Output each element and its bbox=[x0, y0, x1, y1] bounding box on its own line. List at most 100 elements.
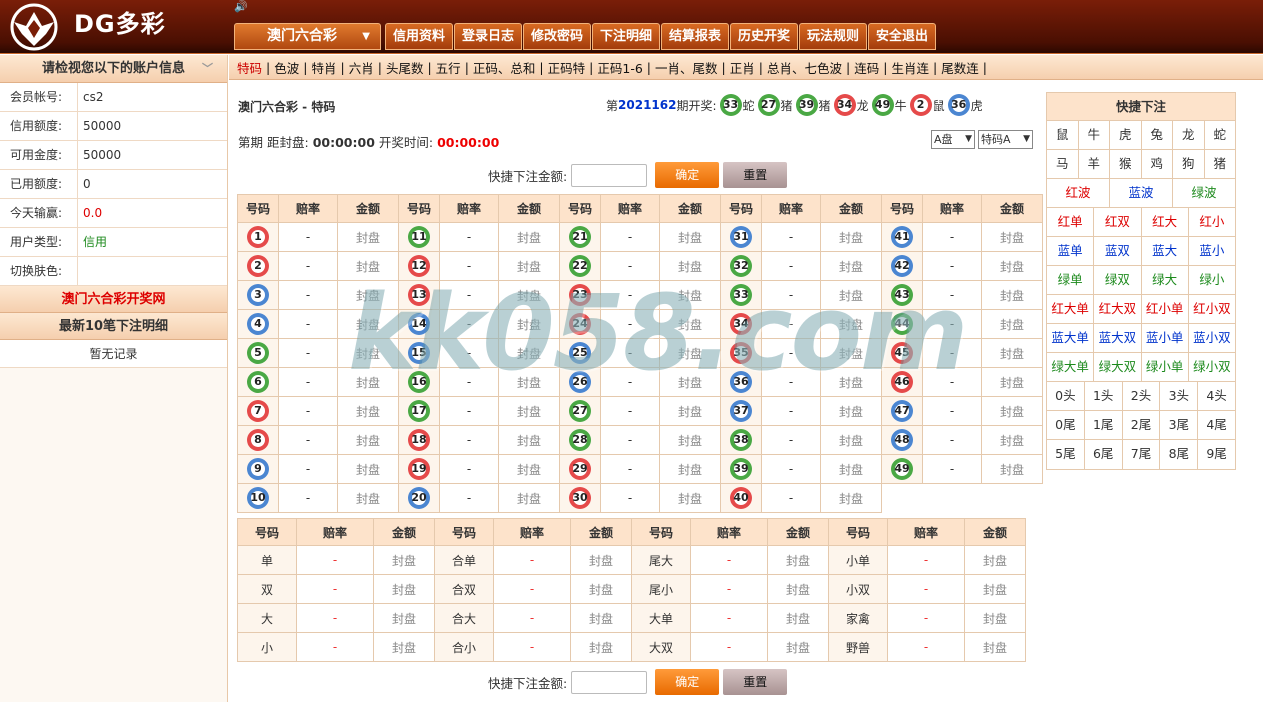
quick-bet-option[interactable]: 蓝小单 bbox=[1142, 324, 1189, 352]
quick-bet-option[interactable]: 7尾 bbox=[1123, 440, 1161, 469]
quick-bet-option[interactable]: 鸡 bbox=[1142, 150, 1173, 178]
quick-bet-option[interactable]: 9尾 bbox=[1198, 440, 1235, 469]
amount-cell[interactable]: 封盘 bbox=[820, 280, 882, 310]
amount-cell[interactable]: 封盘 bbox=[337, 425, 399, 455]
speaker-icon[interactable]: 🔊 bbox=[234, 0, 248, 13]
amount-cell[interactable]: 封盘 bbox=[767, 632, 829, 662]
nav-item[interactable]: 历史开奖 bbox=[730, 23, 798, 50]
quick-bet-option[interactable]: 蓝大双 bbox=[1094, 324, 1142, 352]
subnav-item[interactable]: 正肖 bbox=[730, 58, 755, 77]
quick-bet-option[interactable]: 2尾 bbox=[1123, 411, 1161, 439]
quick-bet-option[interactable]: 1尾 bbox=[1085, 411, 1123, 439]
quick-bet-option[interactable]: 蓝波 bbox=[1110, 179, 1173, 207]
amount-cell[interactable]: 封盘 bbox=[820, 338, 882, 368]
quick-bet-input[interactable] bbox=[571, 670, 648, 694]
subnav-item[interactable]: 特码 bbox=[237, 58, 262, 77]
quick-bet-option[interactable]: 红大 bbox=[1142, 208, 1189, 236]
amount-cell[interactable]: 封盘 bbox=[337, 367, 399, 397]
nav-item[interactable]: 下注明细 bbox=[592, 23, 660, 50]
pan-select[interactable]: A盘 ▼ bbox=[931, 130, 975, 149]
quick-bet-option[interactable]: 红小单 bbox=[1142, 295, 1189, 323]
quick-bet-option[interactable]: 蓝小双 bbox=[1189, 324, 1235, 352]
amount-cell[interactable]: 封盘 bbox=[498, 367, 560, 397]
account-info-header[interactable]: 请检视您以下的账户信息 ﹀ bbox=[0, 55, 227, 83]
amount-cell[interactable]: 封盘 bbox=[659, 280, 721, 310]
quick-bet-option[interactable]: 羊 bbox=[1079, 150, 1110, 178]
amount-cell[interactable]: 封盘 bbox=[964, 545, 1026, 575]
amount-cell[interactable]: 封盘 bbox=[498, 338, 560, 368]
quick-bet-option[interactable]: 蓝小 bbox=[1189, 237, 1235, 265]
amount-cell[interactable]: 封盘 bbox=[659, 396, 721, 426]
quick-bet-option[interactable]: 6尾 bbox=[1085, 440, 1123, 469]
nav-item[interactable]: 玩法规则 bbox=[799, 23, 867, 50]
subnav-item[interactable]: 正码、总和 bbox=[473, 58, 536, 77]
quick-bet-option[interactable]: 绿大单 bbox=[1047, 353, 1095, 381]
amount-cell[interactable]: 封盘 bbox=[498, 309, 560, 339]
quick-bet-option[interactable]: 马 bbox=[1047, 150, 1079, 178]
quick-bet-option[interactable]: 猴 bbox=[1110, 150, 1142, 178]
subnav-item[interactable]: 尾数连 bbox=[941, 58, 979, 77]
amount-cell[interactable]: 封盘 bbox=[337, 396, 399, 426]
quick-bet-option[interactable]: 5尾 bbox=[1047, 440, 1085, 469]
quick-bet-option[interactable]: 绿波 bbox=[1173, 179, 1235, 207]
subnav-item[interactable]: 六肖 bbox=[349, 58, 374, 77]
quick-bet-option[interactable]: 绿小 bbox=[1189, 266, 1235, 294]
amount-cell[interactable]: 封盘 bbox=[981, 309, 1043, 339]
subnav-item[interactable]: 正码1-6 bbox=[597, 58, 642, 77]
amount-cell[interactable]: 封盘 bbox=[659, 338, 721, 368]
amount-cell[interactable]: 封盘 bbox=[964, 632, 1026, 662]
amount-cell[interactable]: 封盘 bbox=[373, 632, 435, 662]
quick-bet-option[interactable]: 4头 bbox=[1198, 382, 1235, 410]
amount-cell[interactable]: 封盘 bbox=[373, 574, 435, 604]
quick-bet-option[interactable]: 绿单 bbox=[1047, 266, 1095, 294]
quick-bet-option[interactable]: 红波 bbox=[1047, 179, 1110, 207]
quick-bet-input[interactable] bbox=[571, 163, 648, 187]
amount-cell[interactable]: 封盘 bbox=[981, 367, 1043, 397]
amount-cell[interactable]: 封盘 bbox=[767, 545, 829, 575]
amount-cell[interactable]: 封盘 bbox=[981, 222, 1043, 252]
nav-item[interactable]: 安全退出 bbox=[868, 23, 936, 50]
confirm-button[interactable]: 确定 bbox=[655, 669, 720, 695]
subnav-item[interactable]: 特肖 bbox=[311, 58, 336, 77]
amount-cell[interactable]: 封盘 bbox=[337, 222, 399, 252]
amount-cell[interactable]: 封盘 bbox=[820, 483, 882, 513]
amount-cell[interactable]: 封盘 bbox=[570, 574, 632, 604]
amount-cell[interactable]: 封盘 bbox=[659, 309, 721, 339]
quick-bet-option[interactable]: 蓝大单 bbox=[1047, 324, 1095, 352]
quick-bet-option[interactable]: 蓝单 bbox=[1047, 237, 1095, 265]
amount-cell[interactable]: 封盘 bbox=[981, 251, 1043, 281]
nav-item[interactable]: 信用资料 bbox=[385, 23, 453, 50]
amount-cell[interactable]: 封盘 bbox=[498, 425, 560, 455]
amount-cell[interactable]: 封盘 bbox=[964, 574, 1026, 604]
type-select[interactable]: 特码A ▼ bbox=[978, 130, 1033, 149]
amount-cell[interactable]: 封盘 bbox=[498, 222, 560, 252]
amount-cell[interactable]: 封盘 bbox=[337, 454, 399, 484]
confirm-button[interactable]: 确定 bbox=[655, 162, 720, 188]
quick-bet-option[interactable]: 1头 bbox=[1085, 382, 1123, 410]
reset-button[interactable]: 重置 bbox=[723, 162, 788, 188]
reset-button[interactable]: 重置 bbox=[723, 669, 788, 695]
amount-cell[interactable]: 封盘 bbox=[337, 309, 399, 339]
subnav-item[interactable]: 连码 bbox=[854, 58, 879, 77]
amount-cell[interactable]: 封盘 bbox=[337, 483, 399, 513]
amount-cell[interactable]: 封盘 bbox=[337, 251, 399, 281]
quick-bet-option[interactable]: 兔 bbox=[1142, 121, 1173, 149]
quick-bet-option[interactable]: 绿小双 bbox=[1189, 353, 1235, 381]
amount-cell[interactable]: 封盘 bbox=[659, 222, 721, 252]
amount-cell[interactable]: 封盘 bbox=[373, 603, 435, 633]
amount-cell[interactable]: 封盘 bbox=[373, 545, 435, 575]
quick-bet-option[interactable]: 鼠 bbox=[1047, 121, 1079, 149]
amount-cell[interactable]: 封盘 bbox=[498, 251, 560, 281]
quick-bet-option[interactable]: 绿大双 bbox=[1094, 353, 1142, 381]
amount-cell[interactable]: 封盘 bbox=[767, 603, 829, 633]
amount-cell[interactable]: 封盘 bbox=[981, 396, 1043, 426]
quick-bet-option[interactable]: 3头 bbox=[1160, 382, 1199, 410]
amount-cell[interactable]: 封盘 bbox=[659, 454, 721, 484]
subnav-item[interactable]: 五行 bbox=[436, 58, 461, 77]
quick-bet-option[interactable]: 0头 bbox=[1047, 382, 1085, 410]
amount-cell[interactable]: 封盘 bbox=[820, 454, 882, 484]
quick-bet-option[interactable]: 蛇 bbox=[1205, 121, 1236, 149]
quick-bet-option[interactable]: 龙 bbox=[1173, 121, 1205, 149]
quick-bet-option[interactable]: 绿小单 bbox=[1142, 353, 1189, 381]
amount-cell[interactable]: 封盘 bbox=[981, 338, 1043, 368]
